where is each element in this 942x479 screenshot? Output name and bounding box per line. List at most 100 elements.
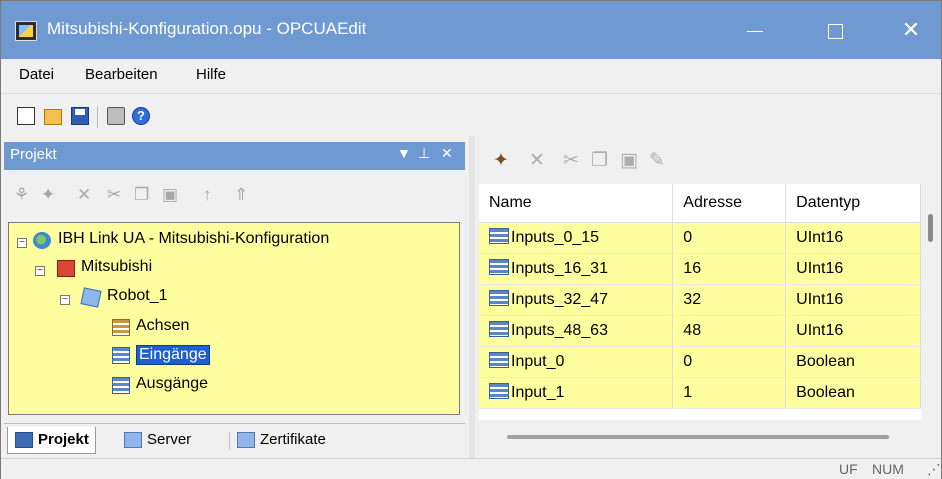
toolbar-separator <box>97 106 98 128</box>
column-header-adresse[interactable]: Adresse <box>672 184 787 223</box>
edit-icon[interactable]: ✎ <box>649 149 665 172</box>
new-document-icon[interactable] <box>17 107 35 125</box>
name-cell: Input_0 <box>479 346 674 378</box>
tree-toolbar: ⚘ ✦ ✕ ✂ ❐ ▣ ↑ ⇑ <box>8 176 463 212</box>
copy-icon[interactable]: ❐ <box>591 149 608 172</box>
table-icon <box>489 259 509 275</box>
delete-icon[interactable]: ✕ <box>529 149 545 172</box>
tree-label: Achsen <box>136 317 190 334</box>
project-panel-title-bar: Projekt ▼ ⊥ ✕ <box>4 142 465 170</box>
datatype-cell: Boolean <box>785 346 921 378</box>
help-icon[interactable]: ? <box>132 107 150 125</box>
project-tree: − IBH Link UA - Mitsubishi-Konfiguration… <box>8 222 460 415</box>
name-cell: Inputs_32_47 <box>479 284 674 316</box>
cut-icon[interactable]: ✂ <box>563 149 579 172</box>
table-icon <box>489 228 509 244</box>
menu-hilfe[interactable]: Hilfe <box>196 66 226 83</box>
menu-bearbeiten[interactable]: Bearbeiten <box>85 66 158 83</box>
tab-label: Server <box>147 431 192 448</box>
robot-icon <box>80 287 102 308</box>
column-header-name[interactable]: Name <box>479 184 674 223</box>
table-icon <box>489 383 509 399</box>
close-button[interactable]: ✕ <box>881 1 941 59</box>
tab-label: Projekt <box>38 431 89 448</box>
menu-datei[interactable]: Datei <box>19 66 54 83</box>
tab-projekt[interactable]: Projekt <box>7 427 96 454</box>
menu-bar: Datei Bearbeiten Hilfe <box>1 59 941 91</box>
table-row[interactable]: Inputs_16_31 16 UInt16 <box>479 253 921 285</box>
plc-icon <box>57 260 75 277</box>
address-cell: 48 <box>672 315 787 347</box>
tab-zertifikate[interactable]: Zertifikate <box>230 427 332 454</box>
save-disk-icon[interactable] <box>71 107 89 125</box>
add-node-icon[interactable]: ⚘ <box>14 185 29 205</box>
address-cell: 0 <box>672 222 787 254</box>
delete-icon[interactable]: ✕ <box>77 185 91 205</box>
table-row[interactable]: Inputs_0_15 0 UInt16 <box>479 222 921 254</box>
tab-label: Zertifikate <box>260 431 326 448</box>
address-cell: 0 <box>672 346 787 378</box>
paste-icon[interactable]: ▣ <box>620 149 638 172</box>
dropdown-icon[interactable]: ▼ <box>397 145 411 161</box>
address-cell: 1 <box>672 377 787 409</box>
name-cell: Inputs_48_63 <box>479 315 674 347</box>
move-up-icon[interactable]: ↑ <box>203 185 212 205</box>
project-panel-title: Projekt <box>10 146 57 163</box>
title-bar: Mitsubishi-Konfiguration.opu - OPCUAEdit… <box>1 1 941 59</box>
new-item-icon[interactable]: ✦ <box>41 185 55 205</box>
maximize-icon <box>827 23 843 39</box>
table-icon <box>112 319 130 336</box>
print-icon[interactable] <box>107 107 125 125</box>
table-icon <box>489 290 509 306</box>
status-uf: UF <box>839 461 858 477</box>
close-pane-icon[interactable]: ✕ <box>441 145 453 162</box>
name-cell: Inputs_0_15 <box>479 222 674 254</box>
cut-icon[interactable]: ✂ <box>107 185 121 205</box>
tree-label: Ausgänge <box>136 375 209 392</box>
collapse-icon[interactable]: − <box>60 295 70 305</box>
new-item-icon[interactable]: ✦ <box>493 149 509 172</box>
main-toolbar: ? <box>1 93 941 135</box>
globe-icon <box>33 232 51 249</box>
application-window: Mitsubishi-Konfiguration.opu - OPCUAEdit… <box>0 0 942 479</box>
window-title: Mitsubishi-Konfiguration.opu - OPCUAEdit <box>47 19 367 38</box>
tree-label: Mitsubishi <box>81 258 153 275</box>
tab-server[interactable]: Server <box>117 427 197 454</box>
certificate-icon <box>237 432 255 448</box>
server-icon <box>124 432 142 448</box>
table-row[interactable]: Input_1 1 Boolean <box>479 377 921 409</box>
variables-grid: Name Adresse Datentyp Inputs_0_15 0 UInt… <box>479 184 921 420</box>
table-row[interactable]: Inputs_32_47 32 UInt16 <box>479 284 921 316</box>
name-cell: Inputs_16_31 <box>479 253 674 285</box>
move-top-icon[interactable]: ⇑ <box>234 185 248 205</box>
address-cell: 16 <box>672 253 787 285</box>
copy-icon[interactable]: ❐ <box>134 185 149 205</box>
name-cell: Input_1 <box>479 377 674 409</box>
status-bar: UF NUM ⋰ <box>1 458 941 479</box>
panel-tabs: Projekt Server Zertifikate <box>4 423 465 455</box>
table-icon <box>112 347 130 364</box>
table-row[interactable]: Input_0 0 Boolean <box>479 346 921 378</box>
datatype-cell: UInt16 <box>785 315 921 347</box>
pin-icon[interactable]: ⊥ <box>418 145 430 162</box>
tree-label: Eingänge <box>136 345 210 365</box>
resize-grip-icon[interactable]: ⋰ <box>927 461 941 478</box>
close-icon: ✕ <box>901 17 921 42</box>
data-panel: ✦ ✕ ✂ ❐ ▣ ✎ Name Adresse Datentyp Inputs… <box>475 142 941 456</box>
table-row[interactable]: Inputs_48_63 48 UInt16 <box>479 315 921 347</box>
vertical-scrollbar[interactable] <box>928 214 933 242</box>
tree-label: IBH Link UA - Mitsubishi-Konfiguration <box>58 230 330 247</box>
collapse-icon[interactable]: − <box>17 238 27 248</box>
paste-icon[interactable]: ▣ <box>162 185 178 205</box>
address-cell: 32 <box>672 284 787 316</box>
horizontal-scrollbar[interactable] <box>507 435 889 439</box>
minimize-button[interactable] <box>725 1 785 59</box>
table-icon <box>489 321 509 337</box>
column-header-datentyp[interactable]: Datentyp <box>785 184 921 223</box>
maximize-button[interactable] <box>805 1 865 59</box>
app-icon <box>15 21 37 41</box>
collapse-icon[interactable]: − <box>35 266 45 276</box>
project-icon <box>15 432 33 448</box>
table-icon <box>112 377 130 394</box>
open-folder-icon[interactable] <box>44 109 62 125</box>
